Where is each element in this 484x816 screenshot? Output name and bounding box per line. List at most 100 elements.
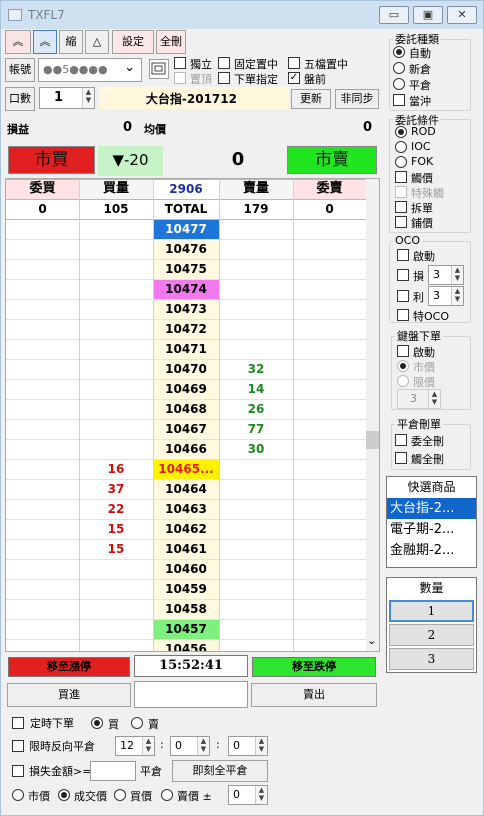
loss-amount-checkbox[interactable] [12, 765, 24, 777]
quick-item-1[interactable]: 大台指-2... [387, 498, 476, 519]
reverse-hour-stepper[interactable]: 12 ▲ ▼ [115, 736, 155, 756]
timed-order-checkbox[interactable] [12, 717, 24, 729]
qty-select-panel: 數量 1 2 3 [386, 577, 477, 673]
price-ask-label: 賣價 ± [177, 790, 212, 803]
qty-stepper[interactable]: 1 ▲ ▼ [39, 87, 95, 109]
loss-amount-input[interactable] [90, 761, 136, 781]
special-oco-label: 特OCO [413, 310, 449, 323]
set-top-checkbox[interactable] [174, 72, 186, 84]
ladder-scrollbar[interactable]: ⌄ [366, 179, 379, 651]
market-buy-button[interactable]: 市買 [8, 146, 95, 174]
reverse-hour-arrows[interactable]: ▲ ▼ [142, 737, 154, 755]
touch-price-checkbox[interactable] [395, 171, 407, 183]
order-input[interactable] [134, 681, 248, 708]
price-ladder: 委買 買量 2906 賣量 委賣 0 105 TOTAL 179 0 10477… [5, 178, 380, 652]
price-deal-radio[interactable] [58, 789, 70, 801]
shrink-button[interactable]: 縮 [59, 30, 83, 54]
qty-label-box[interactable]: 口數 [5, 87, 35, 111]
account-label: 帳號 [5, 58, 35, 82]
close-button[interactable]: ✕ [447, 6, 477, 24]
reverse-second-arrows[interactable]: ▲ ▼ [255, 737, 267, 755]
oco-title: OCO [393, 234, 422, 247]
price-bid-radio[interactable] [114, 789, 126, 801]
timed-buy-radio[interactable] [91, 717, 103, 729]
quick-item-2[interactable]: 電子期-2... [387, 519, 476, 540]
kbd-qty-stepper[interactable]: 3 ▲ ▼ [397, 389, 441, 409]
reverse-minute-stepper[interactable]: 0 ▲ ▼ [170, 736, 210, 756]
contract-name: 大台指-201712 [145, 92, 237, 106]
touch-price-label: 觸價 [411, 172, 433, 185]
cond-fok-label: FOK [411, 155, 434, 168]
qty-option-2[interactable]: 2 [389, 624, 474, 646]
oco-loss-stepper[interactable]: 3 ▲ ▼ [428, 265, 464, 285]
ladder-grid [6, 179, 367, 651]
cond-ioc-radio[interactable] [395, 141, 407, 153]
minimize-button[interactable]: ▭ [379, 6, 409, 24]
price-offset-stepper[interactable]: 0 ▲ ▼ [228, 785, 268, 805]
five-mid-checkbox[interactable] [288, 57, 300, 69]
spread-price-checkbox[interactable] [395, 216, 407, 228]
oco-profit-stepper[interactable]: 3 ▲ ▼ [428, 286, 464, 306]
order-auto-radio[interactable] [393, 46, 405, 58]
account-select[interactable]: ●●5●●●● ⌄ [38, 58, 142, 82]
unsync-button[interactable]: 非同步 [335, 89, 379, 109]
after-close-checkbox[interactable]: ✓ [288, 72, 300, 84]
split-order-checkbox[interactable] [395, 201, 407, 213]
special-oco-checkbox[interactable] [397, 309, 409, 321]
maximize-button[interactable]: ▣ [413, 6, 443, 24]
chevron-down-icon: ⌄ [124, 60, 135, 75]
move-to-limit-down-button[interactable]: 移至跌停 [252, 657, 376, 677]
reverse-minute-value: 0 [175, 739, 182, 752]
scroll-down-icon[interactable]: ⌄ [367, 635, 376, 647]
reverse-close-checkbox[interactable] [12, 740, 24, 752]
collapse-up-button[interactable]: ︽ [5, 30, 31, 54]
price-ask-radio[interactable] [161, 789, 173, 801]
collapse-up2-button[interactable]: ︽ [33, 30, 57, 54]
market-sell-button[interactable]: 市賣 [287, 146, 377, 174]
oco-loss-arrows[interactable]: ▲ ▼ [451, 266, 463, 284]
triangle-button[interactable]: △ [85, 30, 109, 54]
price-offset-arrows[interactable]: ▲ ▼ [255, 786, 267, 804]
qty-option-3[interactable]: 3 [389, 648, 474, 670]
sell-out-button[interactable]: 賣出 [251, 683, 377, 707]
timed-sell-radio[interactable] [131, 717, 143, 729]
below-spec-checkbox[interactable] [218, 72, 230, 84]
oco-profit-arrows[interactable]: ▲ ▼ [451, 287, 463, 305]
kbd-qty-arrows[interactable]: ▲ ▼ [428, 390, 440, 408]
move-to-limit-up-button[interactable]: 移至漲停 [8, 657, 130, 677]
qty-option-1[interactable]: 1 [389, 600, 474, 622]
cond-rod-radio[interactable] [395, 126, 407, 138]
close-all-now-button[interactable]: 即刻全平倉 [172, 760, 268, 782]
reverse-second-stepper[interactable]: 0 ▲ ▼ [228, 736, 268, 756]
order-close-radio[interactable] [393, 78, 405, 90]
order-auto-label: 自動 [409, 47, 431, 60]
settings-button[interactable]: 設定 [112, 30, 154, 54]
delete-all-touch-checkbox[interactable] [395, 452, 407, 464]
window-icon-button[interactable] [149, 59, 169, 79]
refresh-button[interactable]: 更新 [291, 89, 331, 109]
independent-checkbox[interactable] [174, 57, 186, 69]
oco-loss-checkbox[interactable] [397, 269, 409, 281]
scrollbar-thumb[interactable] [366, 431, 379, 449]
five-mid-label: 五檔置中 [304, 58, 348, 71]
daytrade-checkbox[interactable] [393, 94, 405, 106]
clear-all-button[interactable]: 全刪 [156, 30, 186, 54]
quick-item-3[interactable]: 金融期-2... [387, 540, 476, 561]
kbd-market-radio[interactable] [397, 360, 409, 372]
clock-display: 15:52:41 [134, 655, 248, 677]
qty-stepper-arrows[interactable]: ▲ ▼ [82, 88, 94, 108]
set-top-label: 置頂 [190, 73, 212, 86]
order-new-radio[interactable] [393, 62, 405, 74]
reverse-minute-arrows[interactable]: ▲ ▼ [197, 737, 209, 755]
kbd-enable-checkbox[interactable] [397, 345, 409, 357]
fixed-mid-checkbox[interactable] [218, 57, 230, 69]
oco-profit-checkbox[interactable] [397, 290, 409, 302]
special-touch-checkbox[interactable] [395, 186, 407, 198]
kbd-qty-value: 3 [410, 392, 417, 405]
buy-in-button[interactable]: 買進 [7, 683, 131, 707]
price-market-radio[interactable] [12, 789, 24, 801]
oco-enable-checkbox[interactable] [397, 249, 409, 261]
cond-fok-radio[interactable] [395, 156, 407, 168]
kbd-limit-radio[interactable] [397, 375, 409, 387]
delete-all-orders-checkbox[interactable] [395, 434, 407, 446]
